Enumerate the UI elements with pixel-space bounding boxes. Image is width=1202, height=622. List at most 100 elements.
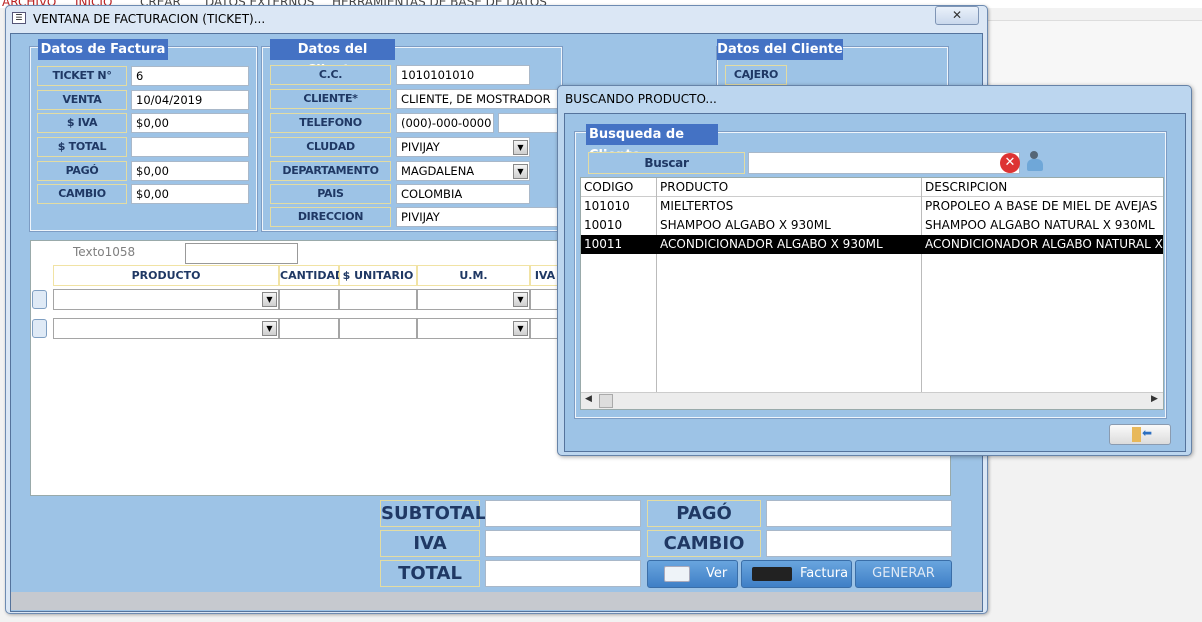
factura-label: Factura — [800, 566, 849, 581]
codigo-cell: 10010 — [584, 218, 623, 232]
buscar-label: Buscar — [588, 152, 745, 174]
telefono-extra-field[interactable] — [498, 113, 562, 133]
record-selector-icon[interactable] — [32, 319, 47, 338]
search-input[interactable] — [748, 152, 1020, 174]
cambio-field[interactable] — [766, 530, 952, 557]
search-person-icon[interactable] — [1025, 151, 1045, 173]
cliente-label: DEPARTAMENTO — [270, 161, 391, 181]
busqueda-header: Busqueda de Cliente — [586, 124, 718, 163]
horizontal-scrollbar[interactable]: ◀ ▶ — [581, 392, 1163, 409]
cliente-label: PAIS — [270, 184, 391, 204]
factura-field[interactable] — [131, 137, 249, 157]
um-combo[interactable]: ▼ — [417, 318, 530, 339]
cliente-field-value: PIVIJAY — [401, 210, 440, 224]
col-descripcion: DESCRIPCION — [925, 180, 1008, 194]
window-title: VENTANA DE FACTURACION (TICKET)... — [33, 12, 266, 26]
factura-field[interactable]: 6 — [131, 66, 249, 86]
grid-row[interactable]: 10011 ACONDICIONADOR ALGABO X 930ML ACON… — [581, 235, 1163, 254]
cliente-field[interactable]: (000)-000-0000 — [396, 113, 494, 133]
iva-cell[interactable] — [530, 289, 560, 310]
cliente-label: DIRECCION — [270, 207, 391, 227]
dialog-title: BUSCANDO PRODUCTO... — [565, 92, 717, 106]
cliente-label: C.C. — [270, 65, 391, 85]
producto-combo[interactable]: ▼ — [53, 318, 279, 339]
texto1058-field[interactable] — [185, 243, 298, 264]
chevron-down-icon[interactable]: ▼ — [262, 321, 277, 336]
cliente-field[interactable]: PIVIJAY — [396, 207, 566, 227]
printer-icon — [752, 567, 792, 581]
cliente-label: CLIENTE* — [270, 89, 391, 109]
cliente-header: Datos del Cliente — [270, 39, 395, 78]
cliente-field-value: 1010101010 — [401, 68, 475, 82]
chevron-down-icon[interactable]: ▼ — [513, 164, 528, 179]
generar-button[interactable]: GENERAR — [855, 560, 952, 588]
form-icon: ☰ — [12, 12, 26, 24]
um-combo[interactable]: ▼ — [417, 289, 530, 310]
document-preview-icon — [664, 566, 690, 582]
chevron-down-icon[interactable]: ▼ — [513, 292, 528, 307]
col-producto: PRODUCTO — [660, 180, 729, 194]
col-um: U.M. — [417, 265, 530, 286]
texto1058-label: Texto1058 — [73, 245, 136, 259]
col-cantidad: CANTIDAD — [279, 265, 344, 286]
cambio-label: CAMBIO — [647, 530, 761, 557]
products-grid: CODIGO PRODUCTO DESCRIPCION 101010 MIELT… — [580, 177, 1164, 410]
producto-cell: MIELTERTOS — [660, 199, 734, 213]
cantidad-cell[interactable] — [279, 289, 339, 310]
chevron-down-icon[interactable]: ▼ — [513, 321, 528, 336]
codigo-cell: 10011 — [584, 237, 623, 251]
cajero-header: Datos del Cliente — [717, 39, 843, 60]
chevron-down-icon[interactable]: ▼ — [513, 140, 528, 155]
exit-door-icon — [1132, 427, 1141, 442]
factura-field[interactable]: 10/04/2019 — [131, 90, 249, 110]
iva-field[interactable] — [485, 530, 641, 557]
scroll-right-arrow[interactable]: ▶ — [1151, 394, 1158, 404]
ver-button[interactable]: Ver — [647, 560, 738, 588]
col-unitario: $ UNITARIO — [339, 265, 417, 286]
descripcion-cell: PROPOLEO A BASE DE MIEL DE AVEJAS — [925, 199, 1158, 213]
close-button[interactable]: ✕ — [935, 6, 979, 25]
cajero-label: CAJERO — [725, 65, 787, 85]
subtotal-field[interactable] — [485, 500, 641, 527]
ver-label: Ver — [706, 566, 728, 581]
descripcion-cell: SHAMPOO ALGABO NATURAL X 930ML — [925, 218, 1155, 232]
pago-field[interactable] — [766, 500, 952, 527]
descripcion-cell: ACONDICIONADOR ALGABO NATURAL X 930ML — [925, 237, 1163, 251]
iva-label: IVA — [380, 530, 480, 557]
factura-field[interactable]: $0,00 — [131, 184, 249, 204]
col-codigo: CODIGO — [584, 180, 634, 194]
cantidad-cell[interactable] — [279, 318, 339, 339]
exit-button[interactable]: ⬅ — [1109, 424, 1171, 445]
unitario-cell[interactable] — [339, 289, 417, 310]
iva-cell[interactable] — [530, 318, 560, 339]
total-label: TOTAL — [380, 560, 480, 587]
cliente-field[interactable]: PIVIJAY ▼ — [396, 137, 530, 157]
scroll-left-arrow[interactable]: ◀ — [585, 394, 592, 404]
cliente-field[interactable]: MAGDALENA ▼ — [396, 161, 530, 181]
grid-row[interactable]: 101010 MIELTERTOS PROPOLEO A BASE DE MIE… — [581, 197, 1163, 216]
status-strip — [11, 592, 982, 610]
cliente-field[interactable]: 1010101010 — [396, 65, 530, 85]
factura-button[interactable]: Factura — [741, 560, 852, 588]
producto-cell: SHAMPOO ALGABO X 930ML — [660, 218, 831, 232]
cliente-field[interactable]: CLIENTE, DE MOSTRADOR — [396, 89, 566, 109]
factura-field[interactable]: $0,00 — [131, 113, 249, 133]
factura-label: TICKET N° — [37, 66, 127, 86]
unitario-cell[interactable] — [339, 318, 417, 339]
record-selector-icon[interactable] — [32, 290, 47, 309]
grid-row[interactable]: 10010 SHAMPOO ALGABO X 930ML SHAMPOO ALG… — [581, 216, 1163, 235]
factura-field[interactable]: $0,00 — [131, 161, 249, 181]
cliente-field[interactable]: COLOMBIA — [396, 184, 530, 204]
factura-label: $ IVA — [37, 113, 127, 133]
cliente-field-value: PIVIJAY — [401, 140, 440, 154]
producto-cell: ACONDICIONADOR ALGABO X 930ML — [660, 237, 883, 251]
clear-search-icon[interactable]: ✕ — [1000, 153, 1020, 173]
scroll-thumb[interactable] — [599, 394, 613, 408]
cliente-field-value: (000)-000-0000 — [401, 116, 492, 130]
factura-label: $ TOTAL — [37, 137, 127, 157]
total-field[interactable] — [485, 560, 641, 587]
producto-combo[interactable]: ▼ — [53, 289, 279, 310]
cliente-field-value: COLOMBIA — [401, 187, 463, 201]
cliente-label: TELEFONO — [270, 113, 391, 133]
chevron-down-icon[interactable]: ▼ — [262, 292, 277, 307]
